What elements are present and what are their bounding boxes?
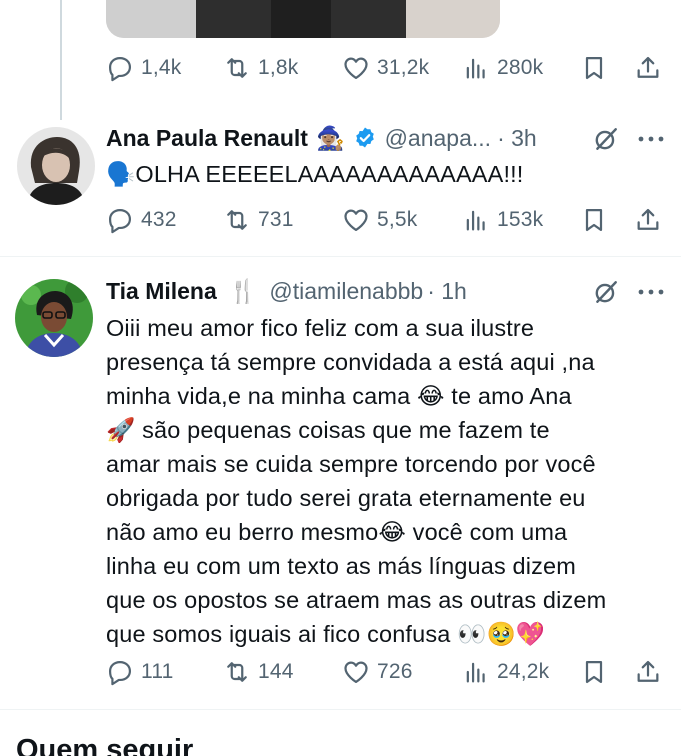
author-handle[interactable]: @anapa... [385,125,491,152]
reply-icon [108,660,132,686]
like-button[interactable]: 31,2k [342,51,429,85]
like-count: 726 [377,660,413,683]
views-count: 280k [497,56,544,79]
tweet-actions: 432 731 5,5k 153k [106,203,666,237]
author-name[interactable]: Ana Paula Renault [106,125,308,152]
like-count: 31,2k [377,56,430,79]
retweet-button[interactable]: 144 [223,655,294,689]
tweet-text-line: que somos iguais ai fico confusa 👀🥹💖 [106,621,546,647]
retweet-icon [227,210,247,230]
retweet-button[interactable]: 731 [223,203,294,237]
share-icon [637,56,659,78]
tweet-time[interactable]: · 3h [497,125,537,152]
retweet-icon [227,58,247,78]
retweet-count: 731 [258,208,294,231]
tweet-header: Tia Milena 🍴 @tiamilenabbb · 1h [106,274,666,308]
bookmark-button[interactable] [580,203,608,237]
tweet-divider [0,256,681,257]
tweet-actions: 111 144 726 24,2k [106,655,666,689]
tweet-text-line: amar mais se cuida sempre torcendo por v… [106,451,596,477]
reply-button[interactable]: 432 [106,203,177,237]
author-handle[interactable]: @tiamilenabbb [269,278,423,305]
tweet-text-line: linha eu com um texto as más línguas diz… [106,553,576,579]
section-divider [0,709,681,710]
author-name[interactable]: Tia Milena [106,278,217,305]
retweet-count: 1,8k [258,56,299,79]
section-title: Quem seguir [16,734,194,756]
heart-icon [344,209,368,232]
reply-button[interactable]: 111 [106,655,174,689]
tweet-text: Oiii meu amor fico feliz com a sua ilust… [106,311,666,651]
reply-icon [108,208,132,234]
tweet-text-line: obrigada por tudo serei grata eternament… [106,485,586,511]
views-icon [466,58,485,79]
share-button[interactable] [634,51,662,85]
retweet-count: 144 [258,660,294,683]
tweet-header: Ana Paula Renault 🧙🏽‍♀️ @anapa... · 3h [106,121,666,155]
retweet-button[interactable]: 1,8k [223,51,299,85]
bookmark-icon [585,56,603,80]
views-button[interactable]: 153k [462,203,543,237]
tweet-text-line: não amo eu berro mesmo😂 você com uma [106,519,568,545]
views-icon [466,662,485,683]
heart-icon [344,661,368,684]
verified-badge-icon [355,127,374,148]
tweet-text-line: 🚀 são pequenas coisas que me fazem te [106,417,550,443]
tweet-text-line: minha vida,e na minha cama 😂 te amo Ana [106,383,572,409]
heart-icon [344,57,368,80]
retweet-icon [227,662,247,682]
share-icon [637,208,659,230]
reply-count: 111 [141,660,174,683]
avatar[interactable] [17,127,95,205]
reply-button[interactable]: 1,4k [106,51,182,85]
tweet-text-line: 🗣️OLHA EEEEELAAAAAAAAAAAAA!!! [106,161,524,187]
like-button[interactable]: 726 [342,655,413,689]
grok-icon[interactable] [593,126,619,152]
bookmark-button[interactable] [580,655,608,689]
more-icon[interactable] [637,287,665,297]
avatar[interactable] [15,279,93,357]
tweet-text-line: que os opostos se atraem mas as outras d… [106,587,607,613]
views-count: 153k [497,208,544,231]
reply-count: 432 [141,208,177,231]
bookmark-icon [585,208,603,232]
name-emoji: 🍴 [228,277,258,304]
grok-icon[interactable] [593,279,619,305]
like-button[interactable]: 5,5k [342,203,418,237]
tweet-time[interactable]: · 1h [427,278,467,305]
views-count: 24,2k [497,660,550,683]
like-count: 5,5k [377,208,418,231]
more-icon[interactable] [637,134,665,144]
thread-line-top [60,0,62,120]
tweet-text-line: Oiii meu amor fico feliz com a sua ilust… [106,315,535,341]
name-emoji: 🧙🏽‍♀️ [315,124,345,151]
views-button[interactable]: 280k [462,51,543,85]
tweet-media-image[interactable] [106,0,500,38]
share-icon [637,660,659,682]
reply-icon [108,56,132,82]
views-icon [466,210,485,231]
share-button[interactable] [634,203,662,237]
bookmark-button[interactable] [580,51,608,85]
reply-count: 1,4k [141,56,182,79]
tweet-actions: 1,4k 1,8k 31,2k 280k [106,51,666,85]
share-button[interactable] [634,655,662,689]
views-button[interactable]: 24,2k [462,655,549,689]
tweet-text: 🗣️OLHA EEEEELAAAAAAAAAAAAA!!! [106,157,666,191]
bookmark-icon [585,660,603,684]
tweet-text-line: presença tá sempre convidada a está aqui… [106,349,595,375]
